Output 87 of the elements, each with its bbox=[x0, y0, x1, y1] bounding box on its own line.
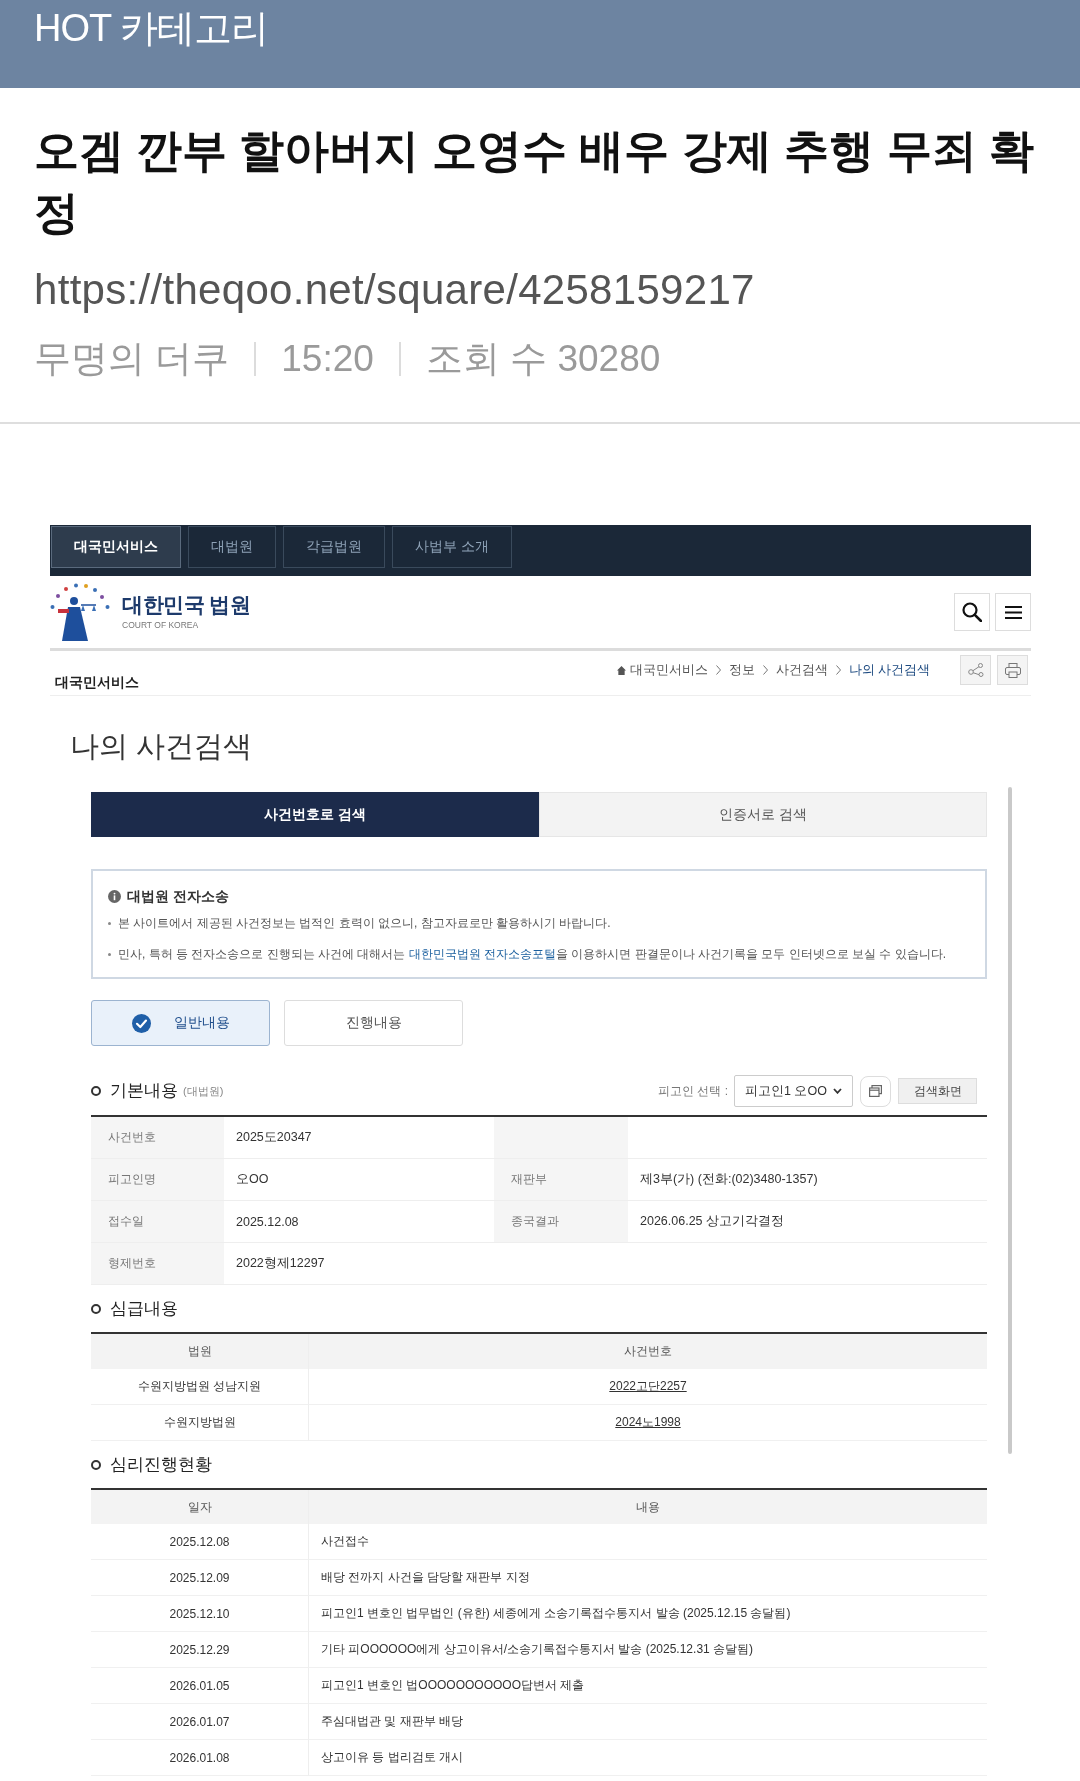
view-count: 조회 수 30280 bbox=[425, 337, 661, 381]
post-title: 오겜 깐부 할아버지 오영수 배우 강제 추행 무죄 확정 bbox=[34, 124, 1036, 240]
table-cell: 2025.12.29 bbox=[91, 1632, 309, 1668]
select-label: 피고인 선택 : bbox=[658, 1082, 728, 1100]
section-title: 심급내용 bbox=[110, 1297, 178, 1319]
breadcrumb-link[interactable]: 정보 bbox=[728, 661, 755, 679]
breadcrumb-link[interactable]: 대국민서비스 bbox=[629, 661, 708, 679]
case-number-link[interactable]: 2024노1998 bbox=[615, 1414, 681, 1431]
field-value: 2026.06.25 상고기각결정 bbox=[628, 1201, 987, 1243]
defendant-select[interactable]: 피고인1 오OO bbox=[734, 1075, 853, 1107]
post-time: 15:20 bbox=[281, 337, 374, 381]
table-cell: 2026.01.08 bbox=[91, 1740, 309, 1776]
table-cell: 배당 전까지 사건을 담당할 재판부 지정 bbox=[309, 1560, 987, 1596]
emblem-icon bbox=[50, 583, 110, 641]
case-number-link[interactable]: 2022고단2257 bbox=[609, 1378, 687, 1395]
category-title: HOT 카테고리 bbox=[34, 7, 269, 49]
scrollbar-thumb[interactable] bbox=[1008, 787, 1012, 1454]
search-button[interactable] bbox=[954, 593, 990, 631]
search-icon bbox=[962, 602, 982, 622]
notice-text: 민사, 특허 등 전자소송으로 진행되는 사건에 대해서는 대한민국법원 전자소송포털을 이용하시면 판결문이나 사건기록을 모두 인터넷으로 보실 수 있습니다. bbox=[118, 946, 947, 963]
notice-title: 대법원 전자소송 bbox=[127, 887, 229, 906]
breadcrumb-link[interactable]: 사건검색 bbox=[775, 661, 828, 679]
post-url[interactable]: https://theqoo.net/square/4258159217 bbox=[34, 260, 755, 320]
check-circle-icon bbox=[131, 1013, 151, 1033]
field-label: 피고인명 bbox=[91, 1159, 224, 1201]
print-icon bbox=[1004, 662, 1021, 678]
window-icon bbox=[869, 1085, 882, 1097]
ring-icon bbox=[91, 1459, 101, 1470]
section-label: 대국민서비스 bbox=[54, 673, 139, 692]
nav-tab[interactable]: 사법부 소개 bbox=[392, 526, 512, 568]
menu-icon bbox=[1004, 605, 1022, 619]
table-cell: 피고인1 변호인 법무법인 (유한) 세종에게 소송기록접수통지서 발송 (2025.12.15 송달됨) bbox=[309, 1596, 987, 1632]
column-header: 사건번호 bbox=[309, 1334, 987, 1369]
bullet-icon bbox=[108, 921, 111, 925]
chevron-right-icon bbox=[762, 665, 768, 675]
field-label: 형제번호 bbox=[91, 1243, 224, 1285]
field-label: 종국결과 bbox=[494, 1201, 628, 1243]
field-label: 사건번호 bbox=[91, 1117, 224, 1159]
breadcrumb-link[interactable]: 나의 사건검색 bbox=[848, 661, 930, 679]
menu-button[interactable] bbox=[995, 593, 1031, 631]
table-cell: 상고이유 등 법리검토 개시 bbox=[309, 1740, 987, 1776]
search-tab[interactable]: 사건번호로 검색 bbox=[91, 792, 539, 837]
table-cell: 2026.01.07 bbox=[91, 1704, 309, 1740]
section-title: 심리진행현황 bbox=[110, 1453, 212, 1475]
home-icon bbox=[616, 665, 626, 675]
logo-subtitle: COURT OF KOREA bbox=[122, 619, 200, 632]
field-value: 제3부(가) (전화:(02)3480-1357) bbox=[628, 1159, 987, 1201]
logo-name[interactable]: 대한민국 법원 bbox=[122, 592, 251, 618]
table-cell: 수원지방법원 성남지원 bbox=[91, 1369, 309, 1405]
page-title: 나의 사건검색 bbox=[69, 729, 254, 764]
bullet-icon bbox=[108, 952, 111, 956]
table-cell: 기타 피OOOOOO에게 상고이유서/소송기록접수통지서 발송 (2025.12.31 송달됨) bbox=[309, 1632, 987, 1668]
section-title: 기본내용 bbox=[110, 1080, 178, 1101]
chevron-right-icon bbox=[715, 665, 721, 675]
portal-link[interactable]: 대한민국법원 전자소송포털 bbox=[408, 947, 556, 961]
ring-icon bbox=[91, 1086, 101, 1096]
field-label: 접수일 bbox=[91, 1201, 224, 1243]
table-cell: 2025.12.08 bbox=[91, 1524, 309, 1560]
view-toggle-button[interactable]: 진행내용 bbox=[284, 1000, 463, 1046]
search-screen-button[interactable]: 검색화면 bbox=[898, 1078, 977, 1104]
field-value: 2022형제12297 bbox=[224, 1243, 987, 1285]
column-header: 일자 bbox=[91, 1490, 309, 1524]
nav-tab[interactable]: 대법원 bbox=[188, 526, 276, 568]
table-cell: 사건접수 bbox=[309, 1524, 987, 1560]
table-cell: 2025.12.10 bbox=[91, 1596, 309, 1632]
author-name: 무명의 더쿠 bbox=[34, 337, 230, 381]
print-button[interactable] bbox=[997, 655, 1028, 685]
popup-button[interactable] bbox=[860, 1075, 891, 1107]
table-cell: 2025.12.09 bbox=[91, 1560, 309, 1596]
section-note: (대법원) bbox=[183, 1083, 224, 1099]
chevron-right-icon bbox=[835, 665, 841, 675]
chevron-down-icon bbox=[833, 1088, 842, 1094]
info-icon bbox=[108, 889, 121, 903]
field-label: 재판부 bbox=[494, 1159, 628, 1201]
column-header: 법원 bbox=[91, 1334, 309, 1369]
table-cell: 수원지방법원 bbox=[91, 1405, 309, 1441]
ring-icon bbox=[91, 1303, 101, 1314]
share-icon bbox=[967, 663, 984, 677]
notice-text: 본 사이트에서 제공된 사건정보는 법적인 효력이 없으니, 참고자료로만 활용하시기 바랍니다. bbox=[118, 915, 611, 932]
nav-tab[interactable]: 각급법원 bbox=[283, 526, 385, 568]
column-header: 내용 bbox=[309, 1490, 987, 1524]
table-cell: 피고인1 변호인 법OOOOOOOOOOO답변서 제출 bbox=[309, 1668, 987, 1704]
view-toggle-button[interactable]: 일반내용 bbox=[91, 1000, 270, 1046]
nav-tab[interactable]: 대국민서비스 bbox=[51, 526, 181, 568]
table-cell: 2026.01.05 bbox=[91, 1668, 309, 1704]
search-tab[interactable]: 인증서로 검색 bbox=[539, 792, 987, 837]
table-cell: 주심대법관 및 재판부 배당 bbox=[309, 1704, 987, 1740]
